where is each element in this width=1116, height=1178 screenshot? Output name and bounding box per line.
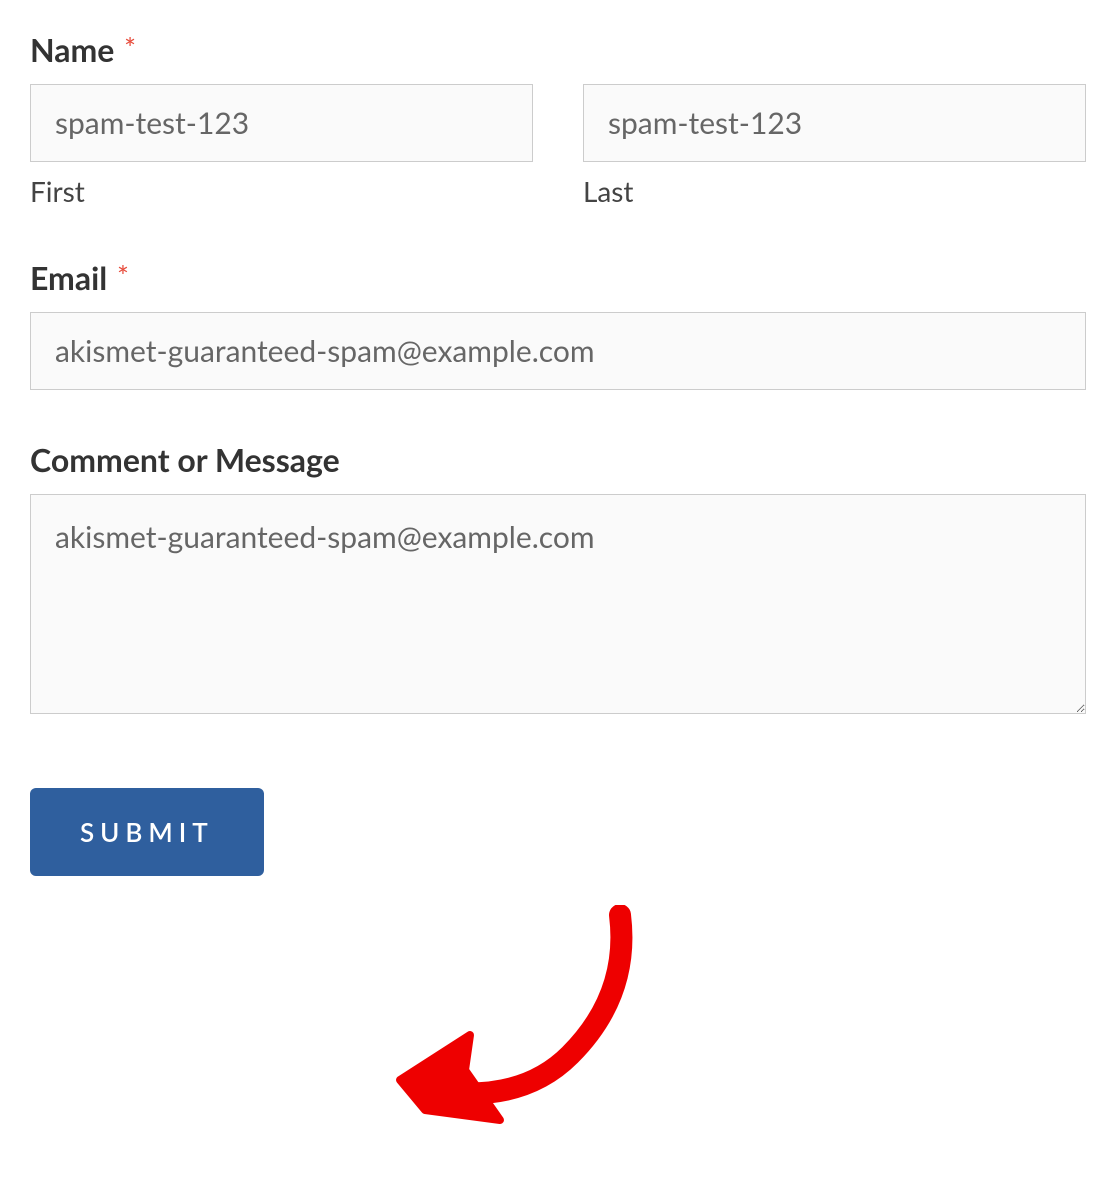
required-indicator: * [124,30,136,64]
required-indicator: * [117,258,129,292]
first-name-sublabel: First [30,174,533,208]
name-field-group: Name * First Last [30,30,1086,208]
arrow-annotation-icon [370,905,650,1145]
last-name-sublabel: Last [583,174,1086,208]
comment-label: Comment or Message [30,440,1086,479]
name-label-text: Name [30,30,114,69]
comment-field-group: Comment or Message [30,440,1086,718]
email-input[interactable] [30,312,1086,390]
name-label: Name * [30,30,1086,69]
first-name-input[interactable] [30,84,533,162]
last-name-input[interactable] [583,84,1086,162]
email-label: Email * [30,258,1086,297]
comment-textarea[interactable] [30,494,1086,714]
email-field-group: Email * [30,258,1086,390]
email-label-text: Email [30,258,107,297]
submit-button[interactable]: SUBMIT [30,788,264,876]
comment-label-text: Comment or Message [30,440,340,479]
